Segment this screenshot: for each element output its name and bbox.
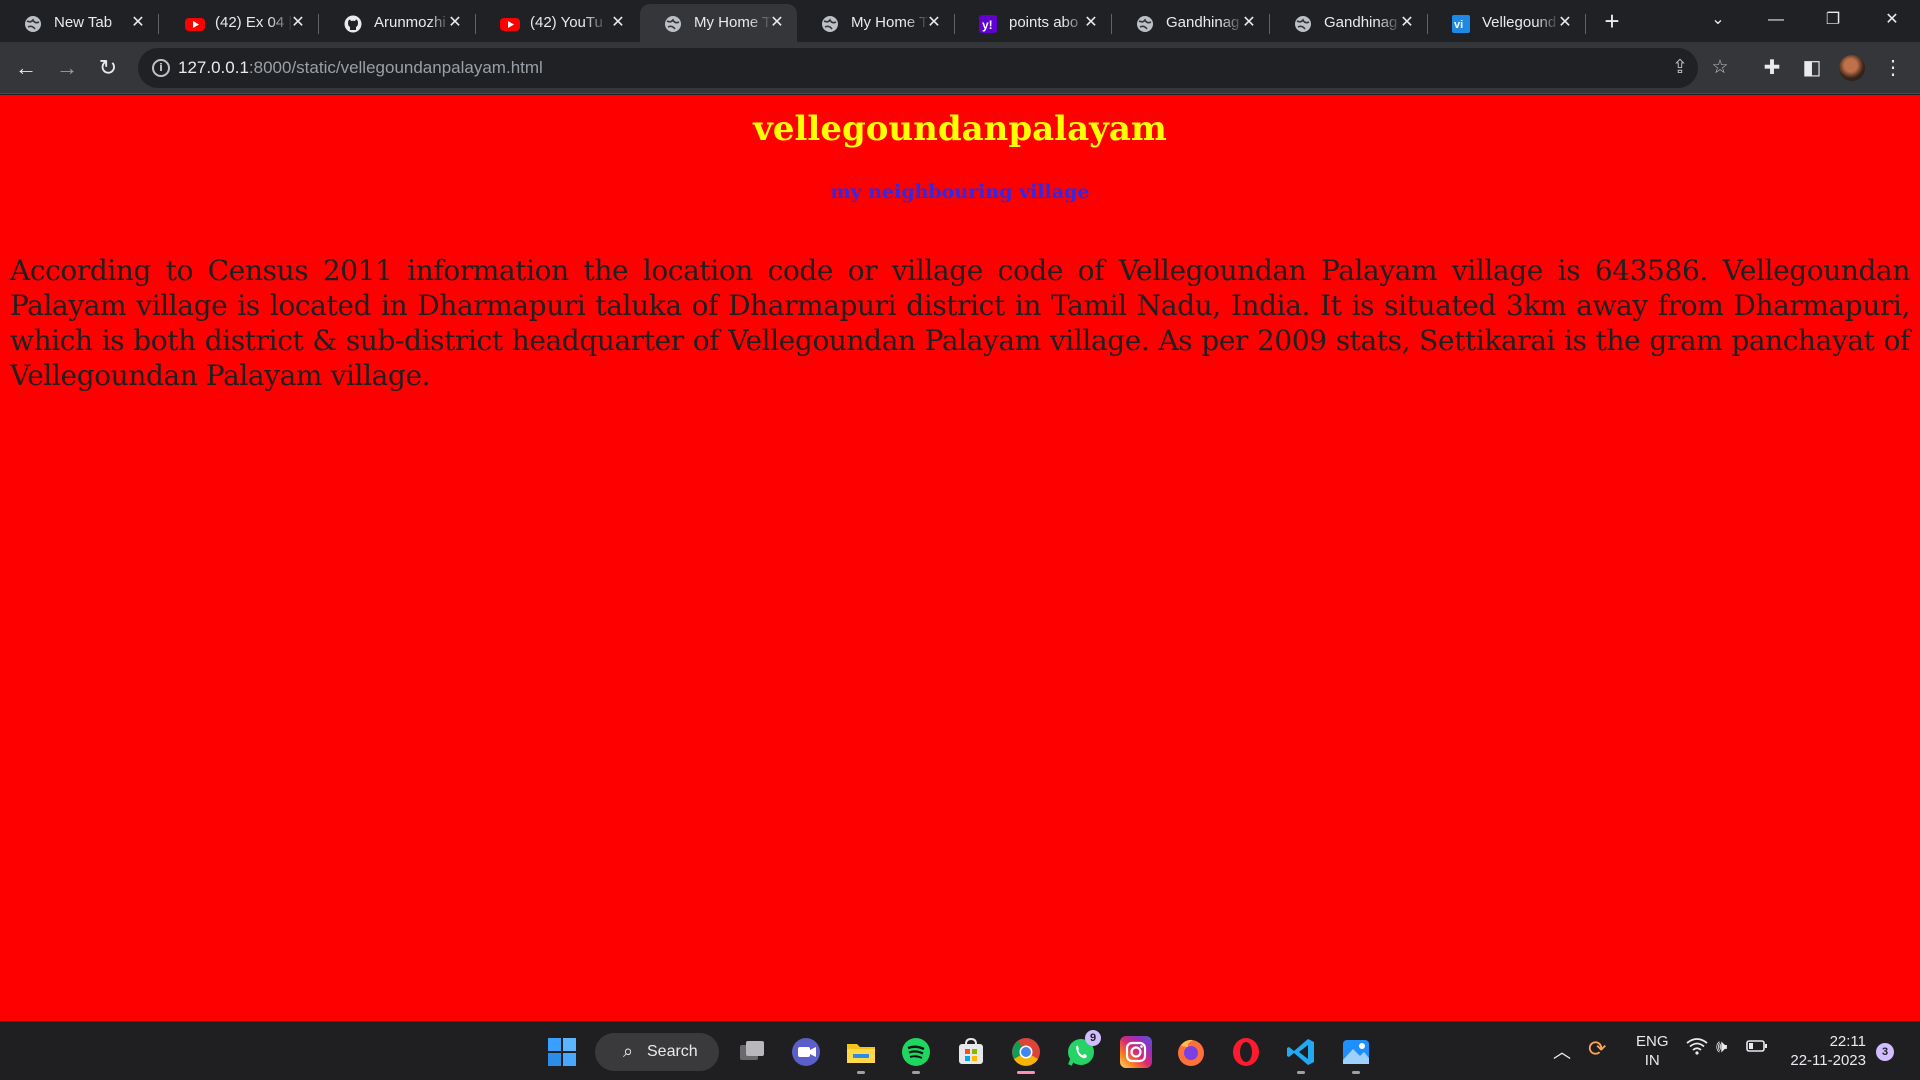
globe-icon <box>24 15 42 33</box>
close-tab-icon[interactable]: ✕ <box>1081 13 1101 33</box>
tab-title: My Home T <box>851 14 929 31</box>
search-icon: ⌕ <box>623 1041 634 1061</box>
restore-button[interactable]: ❐ <box>1813 4 1853 36</box>
photos-indicator <box>1352 1071 1360 1074</box>
github-icon <box>344 15 362 33</box>
vscode-icon[interactable] <box>1285 1036 1317 1068</box>
tab-title: points abo <box>1009 14 1079 31</box>
show-hidden-icons-chevron-icon[interactable]: ︿ <box>1553 1038 1571 1064</box>
browser-tab[interactable]: (42) YouTu ✕ <box>476 4 638 42</box>
browser-tab[interactable]: My Home T ✕ <box>640 4 797 42</box>
svg-text:y!: y! <box>982 18 993 32</box>
windows-taskbar: ⌕ Search 9 ︿ ⟳ ENG IN 🕪 22:11 22-11-2023… <box>0 1021 1920 1080</box>
browser-tab[interactable]: Gandhinag ✕ <box>1112 4 1270 42</box>
close-tab-icon[interactable]: ✕ <box>924 13 944 33</box>
windows-start-icon[interactable] <box>546 1036 578 1068</box>
tab-title: (42) Ex 04 | <box>215 14 293 31</box>
yahoo-icon: y! <box>979 15 997 33</box>
battery-icon[interactable] <box>1746 1039 1768 1057</box>
vscode-indicator <box>1297 1071 1305 1074</box>
close-window-button[interactable]: ✕ <box>1872 4 1912 36</box>
youtube-icon <box>500 15 520 33</box>
close-tab-icon[interactable]: ✕ <box>288 13 308 33</box>
teams-meet-icon[interactable] <box>790 1036 822 1068</box>
browser-tab[interactable]: Gandhinag ✕ <box>1270 4 1428 42</box>
close-tab-icon[interactable]: ✕ <box>767 13 787 33</box>
task-view-icon[interactable] <box>736 1036 768 1068</box>
browser-tab[interactable]: vi Vellegound ✕ <box>1428 4 1586 42</box>
bookmark-star-icon[interactable]: ☆ <box>1708 56 1732 80</box>
chrome-indicator <box>1017 1071 1035 1074</box>
youtube-icon <box>185 15 205 33</box>
volume-icon[interactable]: 🕪 <box>1716 1036 1727 1057</box>
page-subheading: my neighbouring village <box>830 181 1090 203</box>
extensions-puzzle-icon[interactable]: ✚ <box>1758 54 1786 82</box>
tab-title: Arunmozhi <box>374 14 446 31</box>
tab-strip: New Tab ✕ (42) Ex 04 | ✕ Arunmozhi ✕ (42) YouT… <box>0 0 1920 42</box>
browser-tab[interactable]: My Home T ✕ <box>797 4 955 42</box>
url-text[interactable]: 127.0.0.1:8000/static/vellegoundanpalaya… <box>178 58 543 78</box>
globe-icon <box>1294 15 1312 33</box>
minimize-button[interactable]: — <box>1756 4 1796 36</box>
tab-search-icon[interactable]: ⌄ <box>1698 4 1738 36</box>
village-description: According to Census 2011 information the… <box>10 254 1910 392</box>
firefox-icon[interactable] <box>1175 1036 1207 1068</box>
file-explorer-indicator <box>857 1071 865 1074</box>
web-page: vellegoundanpalayam my neighbouring vill… <box>0 95 1920 1021</box>
clock[interactable]: 22:11 22-11-2023 <box>1784 1032 1866 1070</box>
sync-update-icon[interactable]: ⟳ <box>1588 1036 1606 1062</box>
svg-text:vi: vi <box>1454 19 1463 31</box>
tab-title: Gandhinag <box>1166 14 1240 31</box>
forward-button[interactable]: → <box>53 54 81 82</box>
tab-title: Gandhinag <box>1324 14 1398 31</box>
tab-separator <box>158 14 159 34</box>
globe-icon <box>664 15 682 33</box>
browser-tab[interactable]: New Tab ✕ <box>0 4 159 42</box>
file-explorer-icon[interactable] <box>845 1036 877 1068</box>
spotify-icon[interactable] <box>900 1036 932 1068</box>
tab-title: Vellegound <box>1482 14 1557 31</box>
tab-separator <box>318 14 319 34</box>
page-heading: vellegoundanpalayam <box>753 109 1167 149</box>
close-tab-icon[interactable]: ✕ <box>128 13 148 33</box>
browser-toolbar: ← → ↻ i 127.0.0.1:8000/static/vellegound… <box>0 42 1920 94</box>
close-tab-icon[interactable]: ✕ <box>1239 13 1259 33</box>
close-tab-icon[interactable]: ✕ <box>608 13 628 33</box>
close-tab-icon[interactable]: ✕ <box>445 13 465 33</box>
menu-kebab-icon[interactable]: ⋮ <box>1879 54 1907 82</box>
wifi-icon[interactable] <box>1686 1037 1708 1060</box>
chrome-icon[interactable] <box>1010 1036 1042 1068</box>
close-tab-icon[interactable]: ✕ <box>1397 13 1417 33</box>
profile-avatar[interactable] <box>1839 55 1865 81</box>
globe-icon <box>821 15 839 33</box>
browser-tab[interactable]: y! points abo ✕ <box>955 4 1112 42</box>
taskbar-search[interactable]: ⌕ Search <box>595 1033 719 1071</box>
whatsapp-unread-badge: 9 <box>1085 1030 1101 1046</box>
opera-icon[interactable] <box>1230 1036 1262 1068</box>
vi-icon: vi <box>1452 15 1470 33</box>
browser-tab[interactable]: (42) Ex 04 | ✕ <box>161 4 319 42</box>
tab-title: New Tab <box>54 14 113 31</box>
close-tab-icon[interactable]: ✕ <box>1555 13 1575 33</box>
tab-separator <box>1585 14 1586 34</box>
globe-icon <box>1136 15 1154 33</box>
notification-count-badge[interactable]: 3 <box>1876 1043 1894 1061</box>
photos-icon[interactable] <box>1340 1036 1372 1068</box>
reload-button[interactable]: ↻ <box>94 54 122 82</box>
browser-tab[interactable]: Arunmozhi ✕ <box>320 4 476 42</box>
new-tab-button[interactable]: + <box>1598 8 1626 36</box>
side-panel-icon[interactable]: ◧ <box>1798 54 1826 82</box>
microsoft-store-icon[interactable] <box>955 1036 987 1068</box>
address-bar[interactable]: i 127.0.0.1:8000/static/vellegoundanpala… <box>138 48 1729 88</box>
share-icon[interactable]: ⇪ <box>1668 56 1692 80</box>
instagram-icon[interactable] <box>1120 1036 1152 1068</box>
site-info-icon[interactable]: i <box>152 59 170 77</box>
back-button[interactable]: ← <box>12 54 40 82</box>
spotify-indicator <box>912 1071 920 1074</box>
tab-title: (42) YouTu <box>530 14 603 31</box>
tab-title: My Home T <box>694 14 772 31</box>
input-language-indicator[interactable]: ENG IN <box>1636 1032 1669 1070</box>
